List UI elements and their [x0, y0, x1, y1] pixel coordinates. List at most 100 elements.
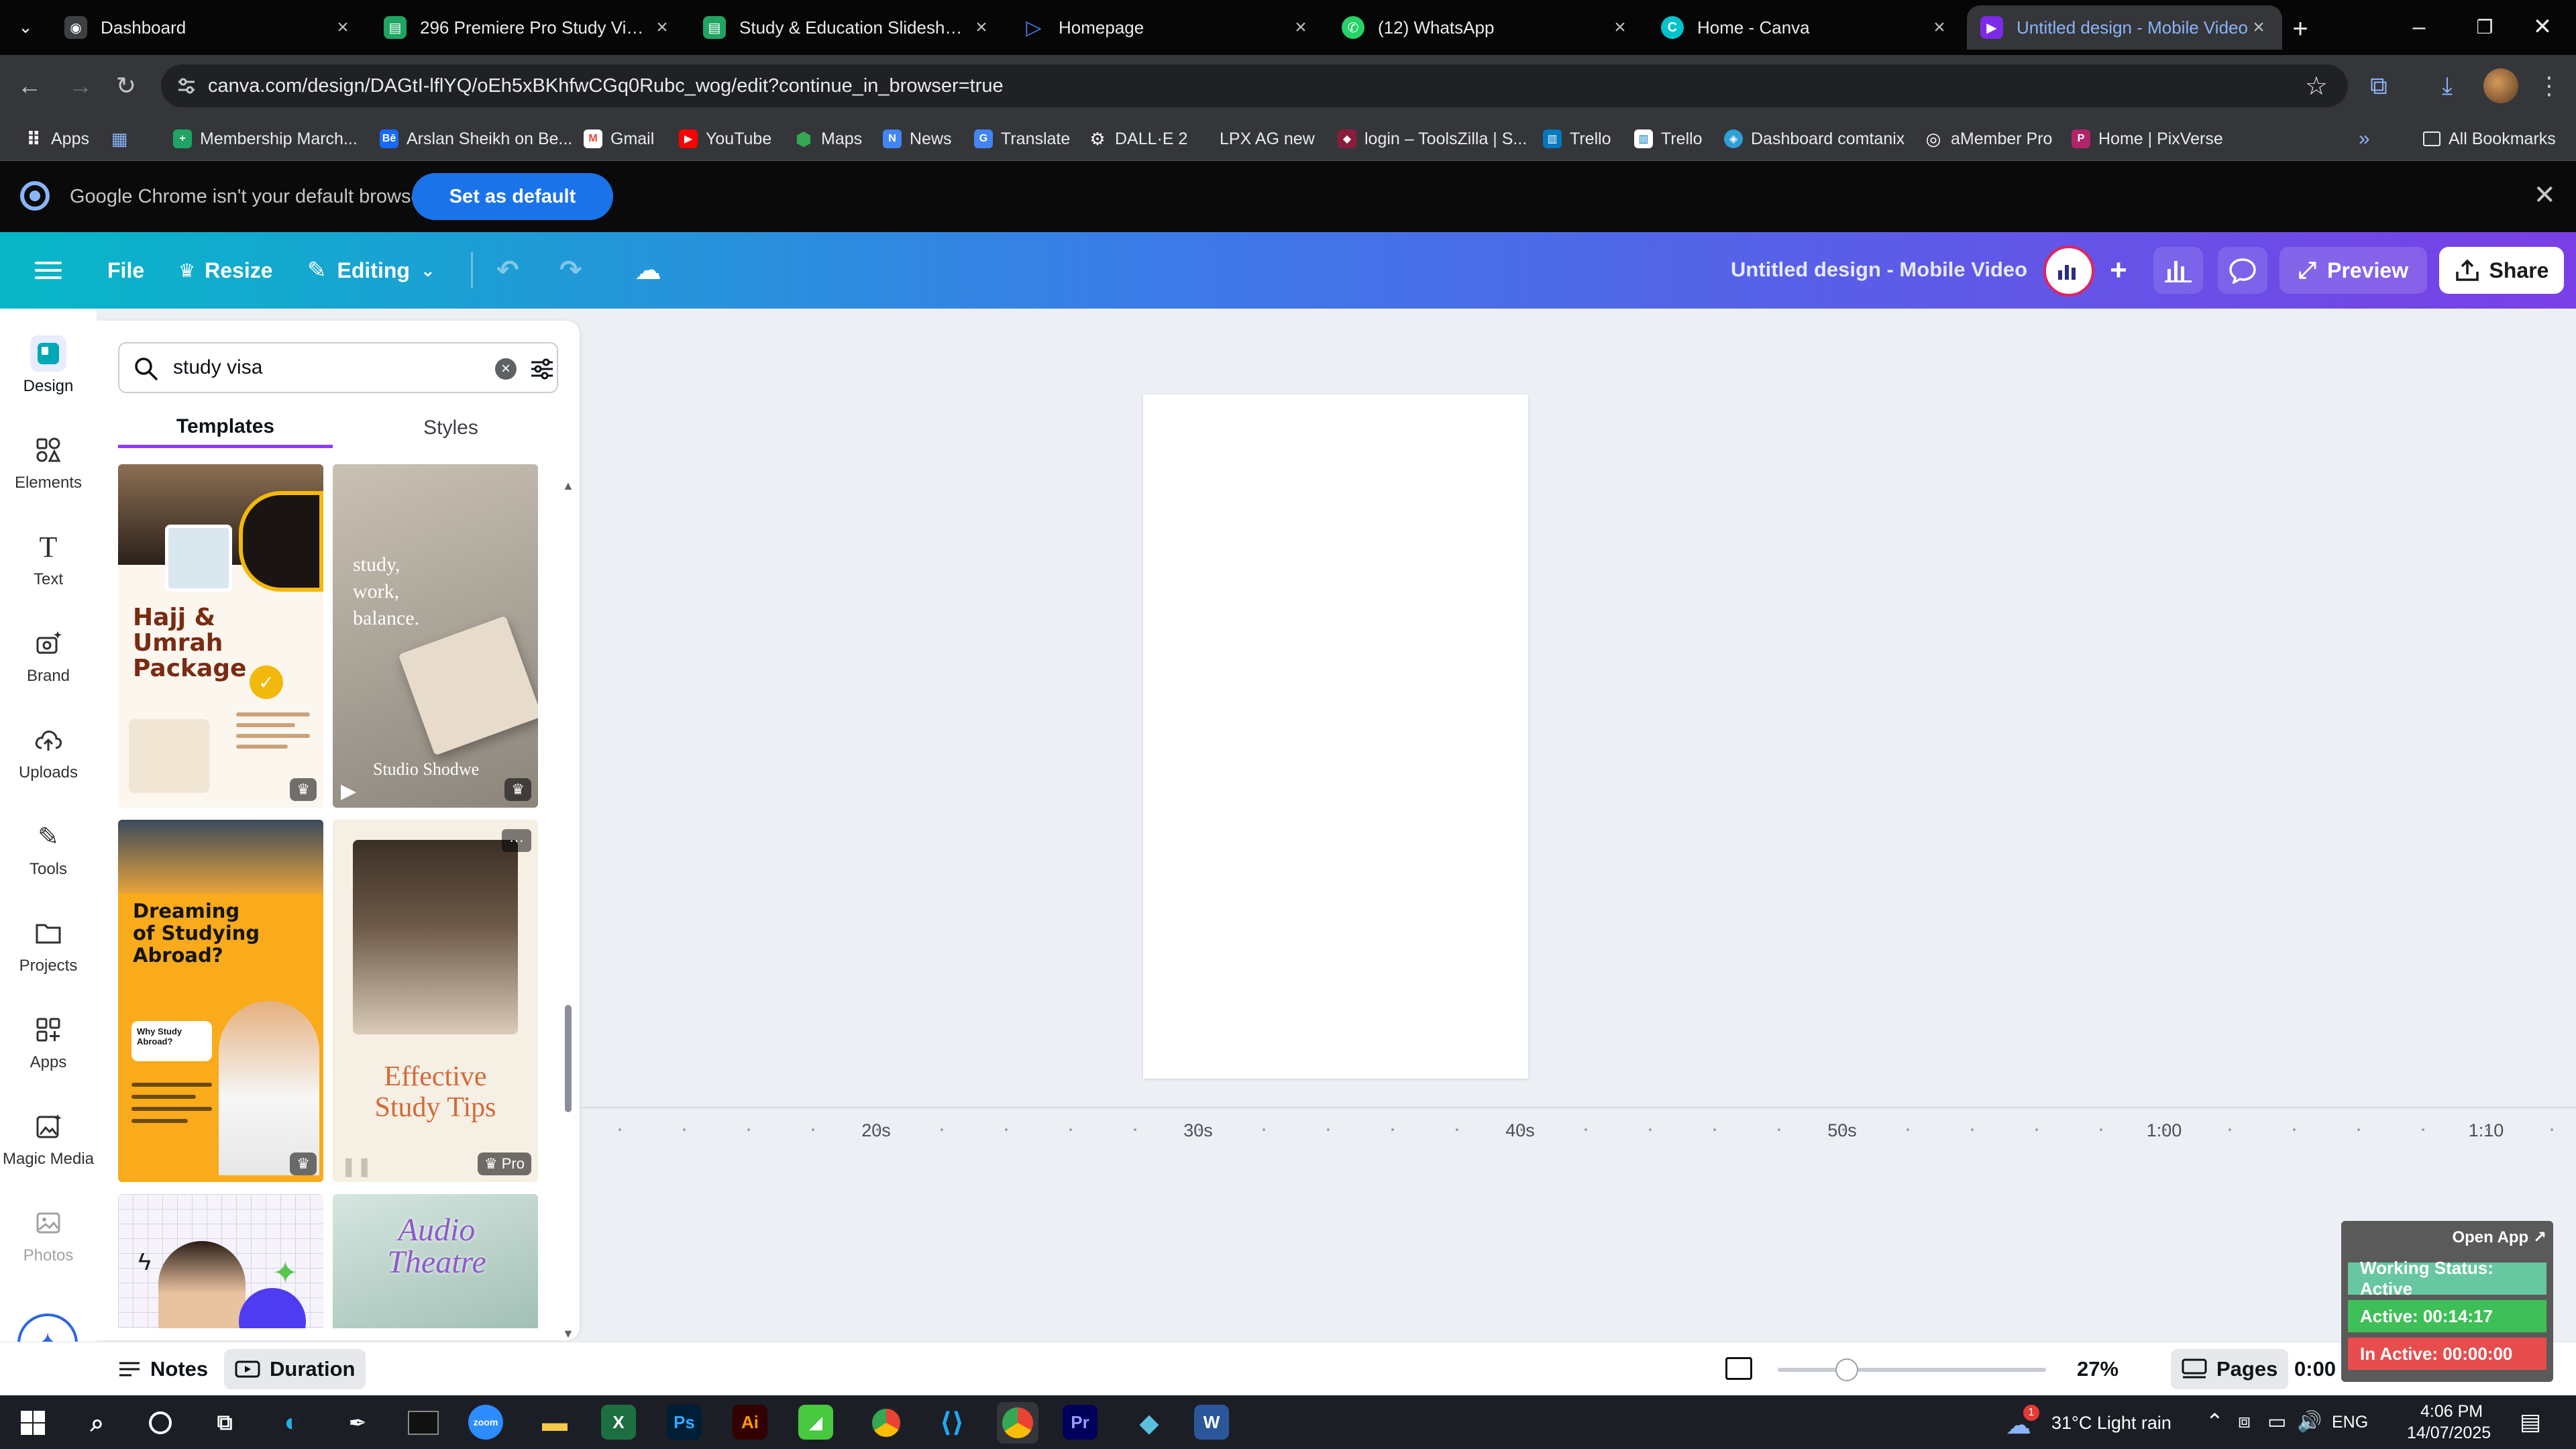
rail-item-brand[interactable]: Brand: [0, 625, 97, 686]
more-bookmarks-icon[interactable]: »: [2359, 123, 2370, 154]
search-input[interactable]: [173, 356, 455, 379]
template-card-study-abroad[interactable]: Dreaming of Studying Abroad? Why Study A…: [118, 820, 323, 1182]
add-collaborator-icon[interactable]: +: [2098, 232, 2139, 309]
chrome-active-icon[interactable]: [997, 1402, 1038, 1444]
bookmark-translate[interactable]: G Translate: [974, 123, 1070, 154]
back-icon[interactable]: ←: [11, 67, 48, 105]
forward-icon[interactable]: →: [62, 67, 99, 105]
close-icon[interactable]: ×: [652, 16, 672, 38]
panel-scrollbar-thumb[interactable]: [565, 1005, 572, 1112]
site-info-icon[interactable]: [176, 75, 197, 97]
premiere-icon[interactable]: Pr: [1063, 1405, 1097, 1440]
bookmark-comtanix[interactable]: ◈ Dashboard comtanix: [1724, 123, 1904, 154]
share-button[interactable]: Share: [2439, 247, 2564, 294]
edge-icon[interactable]: ◐: [271, 1402, 313, 1444]
zoom-slider-track[interactable]: [1778, 1368, 2046, 1372]
pages-button[interactable]: Pages: [2171, 1349, 2289, 1389]
template-card-grid[interactable]: ✦ ϟ: [118, 1194, 323, 1328]
bookmark-dalle[interactable]: ⚙ DALL·E 2: [1088, 123, 1187, 154]
bookmark-star-icon[interactable]: ☆: [2305, 71, 2328, 101]
bookmark-membership[interactable]: + Membership March...: [173, 123, 358, 154]
browser-tab-3[interactable]: ▷ Homepage ×: [1009, 5, 1324, 50]
tray-app-icon[interactable]: ⧈: [2238, 1410, 2251, 1433]
preview-button[interactable]: ⤢ Preview: [2279, 247, 2427, 294]
weather-text[interactable]: 31°C Light rain: [2051, 1413, 2171, 1434]
infobar-close-icon[interactable]: ✕: [2533, 180, 2556, 211]
zoom-slider-thumb[interactable]: [1835, 1358, 1858, 1381]
notifications-icon[interactable]: ▤: [2520, 1409, 2541, 1436]
undo-icon[interactable]: ↶: [496, 232, 519, 309]
more-options-icon[interactable]: ···: [502, 829, 531, 852]
bookmark-toolszilla[interactable]: ◆ login – ToolsZilla | S...: [1338, 123, 1527, 154]
rail-item-uploads[interactable]: Uploads: [0, 722, 97, 782]
design-canvas-page[interactable]: [1143, 394, 1528, 1079]
rail-item-magic-media[interactable]: Magic Media: [0, 1108, 97, 1169]
illustrator-icon[interactable]: Ai: [733, 1405, 767, 1440]
filter-icon[interactable]: [529, 356, 555, 382]
excel-icon[interactable]: X: [601, 1405, 636, 1440]
reload-icon[interactable]: ↻: [107, 67, 145, 105]
notes-button[interactable]: Notes: [118, 1342, 208, 1396]
timeline-ruler[interactable]: 20s 30s 40s 50s 1:00 1:10: [580, 1107, 2576, 1187]
browser-tab-4[interactable]: ✆ (12) WhatsApp ×: [1328, 5, 1644, 50]
browser-tab-1[interactable]: ▤ 296 Premiere Pro Study Visa Te ×: [370, 5, 686, 50]
green-app-icon[interactable]: ◢: [798, 1405, 833, 1440]
tab-search-chevron-icon[interactable]: ⌄: [12, 13, 39, 40]
bookmark-gmail[interactable]: M Gmail: [584, 123, 654, 154]
scroll-down-icon[interactable]: ▼: [562, 1327, 574, 1340]
tab-templates[interactable]: Templates: [118, 408, 333, 448]
insights-chart-icon[interactable]: [2153, 247, 2203, 294]
close-icon[interactable]: ×: [333, 16, 353, 38]
comment-icon[interactable]: [2218, 247, 2267, 294]
restore-icon[interactable]: ❐: [2451, 0, 2518, 54]
close-icon[interactable]: ×: [1929, 16, 1949, 38]
bookmark-amember[interactable]: ◎ aMember Pro: [1924, 123, 2053, 154]
windows-start-icon[interactable]: [12, 1402, 54, 1444]
tab-styles[interactable]: Styles: [343, 408, 558, 448]
network-icon[interactable]: ▭: [2267, 1410, 2286, 1434]
grid-view-icon[interactable]: [1725, 1357, 1752, 1380]
terminal-icon[interactable]: [402, 1402, 444, 1444]
rail-item-photos[interactable]: Photos: [0, 1205, 97, 1265]
rail-item-elements[interactable]: Elements: [0, 432, 97, 492]
chrome-taskbar-icon[interactable]: [865, 1402, 907, 1444]
rail-item-apps[interactable]: Apps: [0, 1012, 97, 1072]
team-avatar[interactable]: [2043, 246, 2094, 297]
bookmark-youtube[interactable]: ▶ YouTube: [679, 123, 771, 154]
bookmark-trello-2[interactable]: ▥ Trello: [1634, 123, 1703, 154]
design-title[interactable]: Untitled design - Mobile Video: [1731, 258, 2027, 282]
template-card-study-work[interactable]: study, work, balance. Studio Shodwe ▶ ♛: [333, 464, 538, 808]
pen-tool-icon[interactable]: ✒: [337, 1402, 378, 1444]
template-card-audio[interactable]: Audio Theatre: [333, 1194, 538, 1328]
scroll-up-icon[interactable]: ▲: [562, 479, 574, 492]
bookmark-news[interactable]: N News: [883, 123, 952, 154]
browser-tab-5[interactable]: C Home - Canva ×: [1648, 5, 1963, 50]
browser-tab-0[interactable]: ◉ Dashboard ×: [51, 5, 366, 50]
address-bar[interactable]: canva.com/design/DAGtI-lflYQ/oEh5xBKhfwC…: [161, 64, 2348, 107]
close-icon[interactable]: ×: [1291, 16, 1311, 38]
extensions-icon[interactable]: ⧉: [2360, 67, 2398, 105]
rail-item-design[interactable]: Design: [0, 335, 97, 396]
file-menu-button[interactable]: File: [107, 232, 144, 309]
browser-tab-2[interactable]: ▤ Study & Education Slideshow, V ×: [690, 5, 1005, 50]
clock-date[interactable]: 14/07/2025: [2407, 1424, 2491, 1443]
set-default-button[interactable]: Set as default: [412, 173, 613, 220]
redo-icon[interactable]: ↷: [559, 232, 582, 309]
cortana-icon[interactable]: [140, 1402, 181, 1444]
resize-button[interactable]: ♛ Resize: [178, 232, 273, 309]
bookmark-grid[interactable]: ▦: [110, 123, 137, 154]
bookmark-maps[interactable]: ⬢ Maps: [794, 123, 862, 154]
template-card-study-tips[interactable]: Effective Study Tips ··· ❚❚ ♛ Pro: [333, 820, 538, 1182]
minimize-icon[interactable]: –: [2385, 0, 2453, 54]
template-card-hajj[interactable]: Hajj & Umrah Package ✓ ♛: [118, 464, 323, 808]
hamburger-menu-icon[interactable]: [35, 232, 62, 309]
volume-icon[interactable]: 🔊: [2297, 1410, 2322, 1434]
close-icon[interactable]: ×: [2249, 16, 2269, 38]
zoom-percent[interactable]: 27%: [2077, 1342, 2118, 1396]
rail-item-projects[interactable]: Projects: [0, 915, 97, 975]
template-search[interactable]: ×: [118, 342, 558, 393]
download-icon[interactable]: ⤓: [2428, 67, 2466, 105]
duration-button[interactable]: Duration: [224, 1349, 366, 1389]
photoshop-icon[interactable]: Ps: [667, 1405, 702, 1440]
window-close-icon[interactable]: ✕: [2509, 0, 2576, 54]
